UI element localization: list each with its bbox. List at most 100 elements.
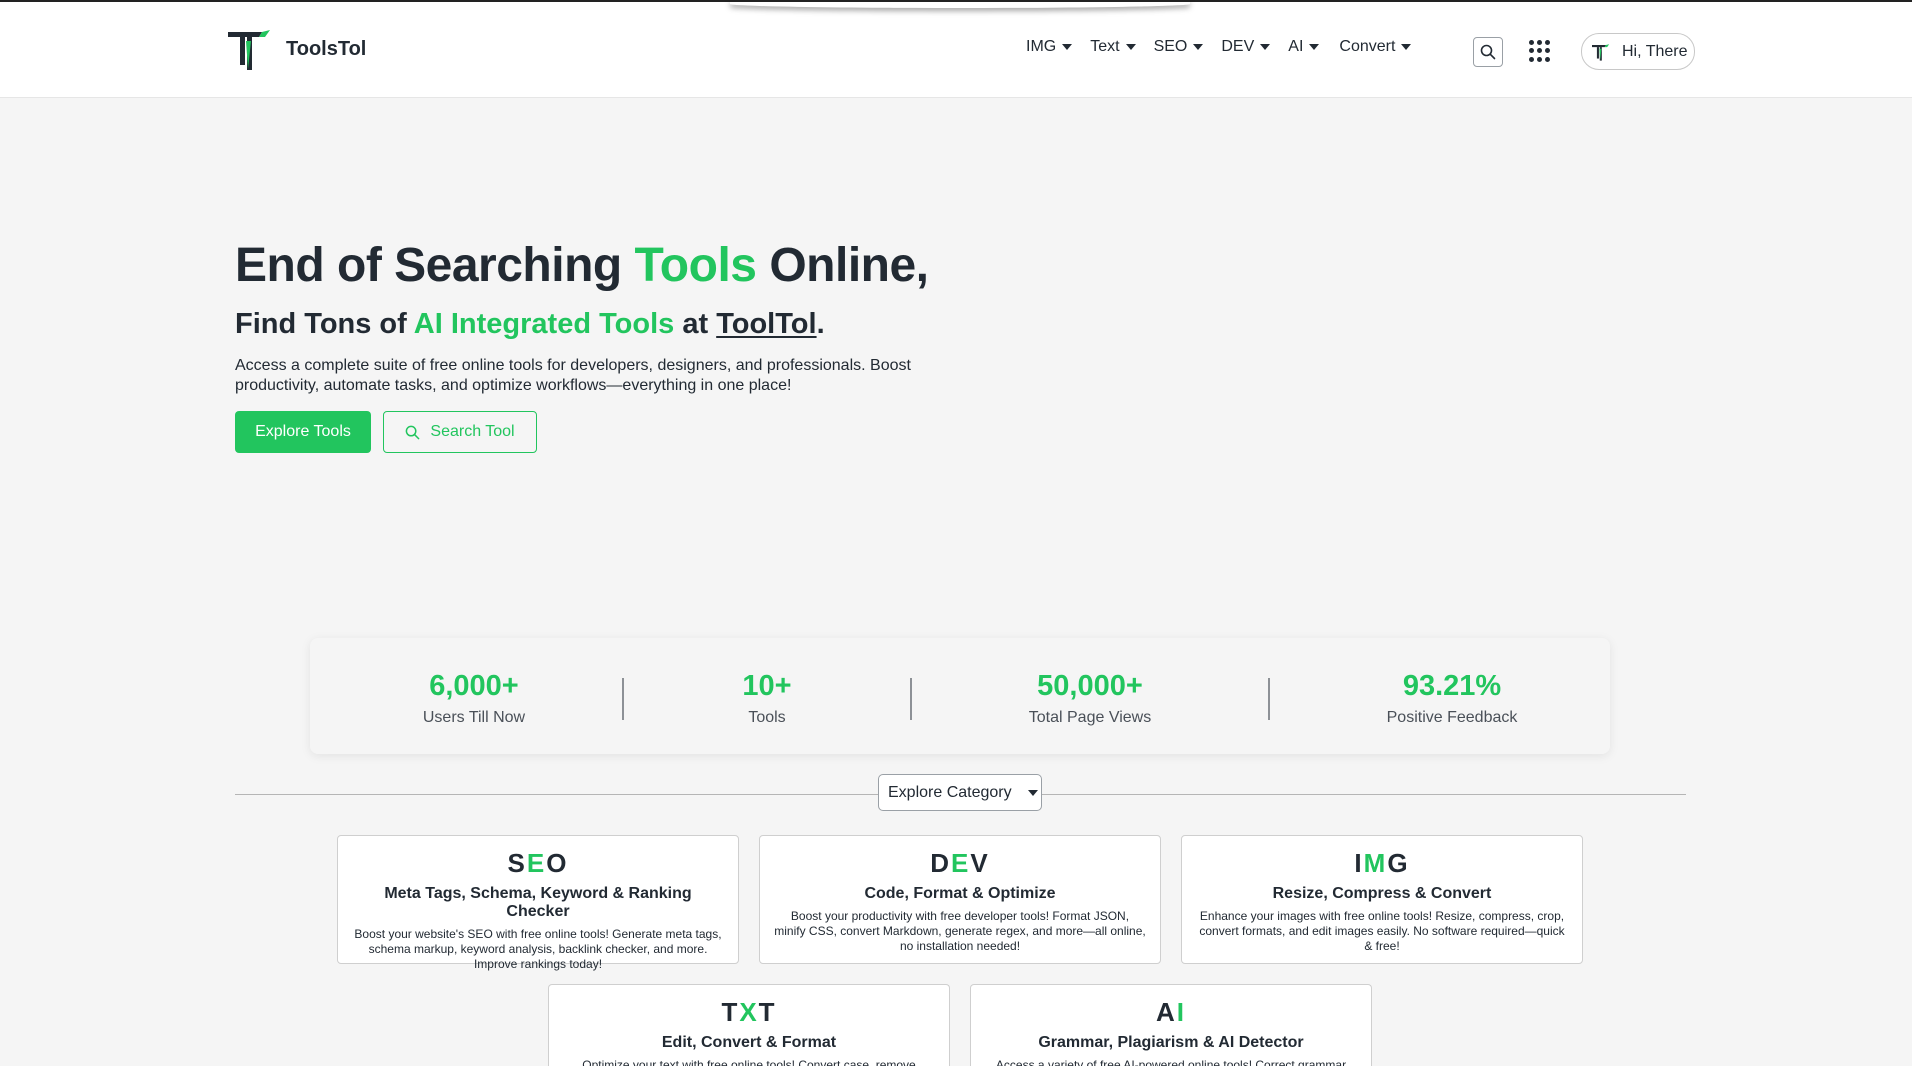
nav-item-text[interactable]: Text: [1090, 38, 1136, 56]
card-description: Boost your productivity with free develo…: [774, 909, 1146, 953]
category-card-seo[interactable]: SEO Meta Tags, Schema, Keyword & Ranking…: [337, 835, 739, 971]
nav-item-dev[interactable]: DEV: [1221, 38, 1271, 56]
user-menu-button[interactable]: Hi, There: [1581, 33, 1695, 70]
user-avatar-icon: [1592, 43, 1610, 61]
card-code-b: X: [739, 997, 759, 1027]
nav-item-convert[interactable]: Convert: [1339, 38, 1412, 56]
nav-item-ai[interactable]: AI: [1288, 38, 1320, 56]
hero-sub-mid: at: [674, 308, 717, 340]
card-title: Meta Tags, Schema, Keyword & Ranking Che…: [384, 885, 692, 920]
apps-grid-button[interactable]: [1529, 40, 1551, 62]
header-search-button[interactable]: [1473, 37, 1503, 67]
card-code-b: E: [526, 848, 547, 878]
explore-tools-button[interactable]: Explore Tools: [235, 411, 371, 453]
card-code-b: M: [1363, 848, 1388, 878]
explore-category-dropdown[interactable]: Explore Category: [878, 774, 1042, 811]
stat-divider: [910, 678, 912, 720]
hero-title: End of Searching Tools Online,: [235, 238, 929, 293]
hero-sub-highlight: AI Integrated Tools: [413, 308, 675, 340]
card-code-c: O: [546, 848, 569, 878]
card-code-a: A: [1155, 997, 1177, 1027]
stat-page-views: 50,000+ Total Page Views: [970, 670, 1210, 727]
dot: [1537, 56, 1542, 62]
hero-brand-link[interactable]: ToolTol: [716, 308, 816, 340]
caret-down-icon: [1309, 44, 1320, 50]
category-card-dev[interactable]: DEV Code, Format & Optimize Boost your p…: [759, 835, 1161, 964]
hero-description: Access a complete suite of free online t…: [235, 357, 911, 394]
dot: [1529, 40, 1534, 45]
dot: [1545, 40, 1550, 45]
search-tool-button[interactable]: Search Tool: [383, 411, 537, 453]
card-description: Access a variety of free AI-powered onli…: [995, 1058, 1347, 1066]
card-code-a: S: [507, 848, 527, 878]
stat-divider: [1268, 678, 1270, 720]
card-title: Resize, Compress & Convert: [1272, 885, 1492, 902]
nav-item-label: AI: [1288, 38, 1304, 55]
dot: [1529, 56, 1534, 62]
card-code-b: I: [1176, 997, 1186, 1027]
brand-logo-link[interactable]: ToolsTol: [228, 27, 366, 71]
caret-down-icon: [1260, 44, 1271, 50]
search-tool-label: Search Tool: [430, 423, 515, 440]
card-description: Optimize your text with free online tool…: [582, 1058, 916, 1066]
category-card-ai[interactable]: AI Grammar, Plagiarism & AI Detector Acc…: [970, 984, 1372, 1066]
main-nav: IMG Text SEO DEV AI Convert: [1026, 38, 1412, 56]
card-code: TXT: [563, 997, 935, 1028]
card-code: SEO: [352, 848, 724, 879]
stat-tools: 10+ Tools: [647, 670, 887, 727]
card-code-c: G: [1387, 848, 1410, 878]
card-description: Enhance your images with free online too…: [1199, 909, 1565, 953]
dot: [1537, 48, 1542, 54]
card-title: Edit, Convert & Format: [661, 1034, 837, 1051]
nav-item-label: Convert: [1339, 38, 1396, 55]
card-description: Boost your website's SEO with free onlin…: [354, 927, 722, 971]
stat-users: 6,000+ Users Till Now: [354, 670, 594, 727]
caret-down-icon: [1062, 44, 1073, 50]
stat-value: 6,000+: [429, 670, 519, 702]
card-code-a: T: [721, 997, 740, 1027]
card-title: Grammar, Plagiarism & AI Detector: [1038, 1034, 1304, 1051]
category-card-txt[interactable]: TXT Edit, Convert & Format Optimize your…: [548, 984, 950, 1066]
caret-down-icon: [1027, 789, 1038, 796]
stat-label: Tools: [748, 709, 786, 726]
hero-sub-post: .: [816, 308, 825, 340]
hero-title-post: Online,: [756, 239, 929, 292]
stat-divider: [622, 678, 624, 720]
card-title: Code, Format & Optimize: [864, 885, 1056, 902]
hero-sub-pre: Find Tons of: [235, 308, 414, 340]
card-code-c: V: [970, 848, 990, 878]
dot: [1545, 56, 1550, 62]
nav-item-seo[interactable]: SEO: [1154, 38, 1204, 56]
stat-value: 50,000+: [1037, 670, 1143, 702]
nav-item-label: SEO: [1153, 38, 1188, 55]
explore-category-label: Explore Category: [888, 783, 1012, 801]
card-code-c: T: [758, 997, 777, 1027]
hero-subtitle: Find Tons of AI Integrated Tools at Tool…: [235, 308, 825, 341]
category-card-img[interactable]: IMG Resize, Compress & Convert Enhance y…: [1181, 835, 1583, 964]
stat-value: 93.21%: [1402, 670, 1502, 702]
brand-name: ToolsTol: [286, 37, 367, 60]
nav-item-label: Text: [1090, 38, 1120, 55]
stat-label: Positive Feedback: [1386, 709, 1518, 726]
nav-item-img[interactable]: IMG: [1026, 38, 1073, 56]
card-code: DEV: [774, 848, 1146, 879]
caret-down-icon: [1125, 44, 1136, 50]
hero-title-highlight: Tools: [634, 239, 757, 292]
nav-item-label: DEV: [1221, 38, 1255, 55]
card-code-b: E: [951, 848, 971, 878]
dot: [1529, 48, 1534, 54]
dot: [1537, 40, 1542, 45]
stat-label: Users Till Now: [422, 709, 526, 726]
card-code-a: I: [1354, 848, 1364, 878]
stat-value: 10+: [742, 670, 792, 702]
dot: [1545, 48, 1550, 54]
user-greeting: Hi, There: [1622, 42, 1688, 60]
card-code: IMG: [1196, 848, 1568, 879]
brand-logo-icon: [228, 30, 270, 70]
card-code: AI: [985, 997, 1357, 1028]
stat-label: Total Page Views: [1028, 709, 1152, 726]
caret-down-icon: [1401, 44, 1412, 50]
stat-feedback: 93.21% Positive Feedback: [1332, 670, 1572, 727]
site-header: ToolsTol IMG Text SEO DEV AI Convert Hi,…: [0, 2, 1912, 98]
header-shadow-decoration: [730, 0, 1190, 8]
